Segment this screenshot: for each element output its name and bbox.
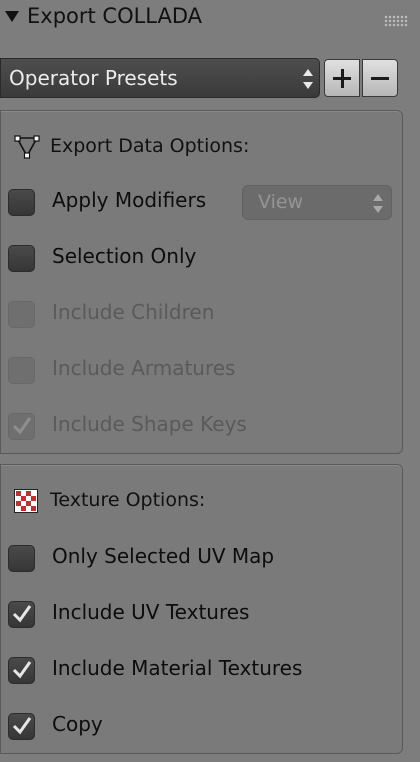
include-shape-keys-label: Include Shape Keys	[52, 412, 247, 436]
operator-presets-label: Operator Presets	[9, 66, 178, 90]
operator-presets-select[interactable]: Operator Presets	[0, 58, 320, 98]
only-selected-uv-map-label: Only Selected UV Map	[52, 544, 275, 568]
checkmark-icon	[12, 661, 32, 679]
include-uv-textures-checkbox[interactable]: Include UV Textures	[0, 598, 400, 630]
collapse-triangle-icon[interactable]	[5, 11, 19, 22]
include-armatures-checkbox[interactable]: Include Armatures	[0, 354, 400, 386]
include-children-label: Include Children	[52, 300, 215, 324]
include-material-textures-label: Include Material Textures	[52, 656, 303, 680]
add-preset-button[interactable]	[324, 59, 360, 97]
checkbox-unchecked-disabled[interactable]	[8, 301, 35, 328]
only-selected-uv-map-checkbox[interactable]: Only Selected UV Map	[0, 542, 400, 574]
checkbox-checked-disabled[interactable]	[8, 413, 35, 440]
export-data-options-box: Export Data Options:	[0, 110, 403, 454]
checkbox-checked[interactable]	[8, 713, 35, 740]
checkbox-unchecked[interactable]	[8, 189, 35, 216]
include-material-textures-checkbox[interactable]: Include Material Textures	[0, 654, 400, 686]
apply-modifiers-mode-select[interactable]: View	[242, 185, 392, 220]
checkmark-icon	[12, 717, 32, 735]
mesh-vertex-icon	[14, 135, 40, 159]
drag-grip-icon[interactable]	[384, 15, 408, 27]
checkbox-checked[interactable]	[8, 601, 35, 628]
copy-label: Copy	[52, 712, 103, 736]
checkmark-icon	[12, 417, 32, 435]
include-uv-textures-label: Include UV Textures	[52, 600, 250, 624]
checkbox-unchecked[interactable]	[8, 245, 35, 272]
checkmark-icon	[12, 605, 32, 623]
panel-title: Export COLLADA	[27, 4, 203, 28]
texture-options-title: Texture Options:	[50, 489, 206, 511]
operator-presets-row: Operator Presets	[0, 58, 420, 98]
checkbox-unchecked[interactable]	[8, 545, 35, 572]
checkbox-checked[interactable]	[8, 657, 35, 684]
panel-header[interactable]: Export COLLADA	[0, 0, 420, 40]
checker-texture-icon	[14, 489, 38, 513]
include-shape-keys-checkbox[interactable]: Include Shape Keys	[0, 410, 400, 442]
selection-only-label: Selection Only	[52, 244, 197, 268]
apply-modifiers-label: Apply Modifiers	[52, 188, 207, 212]
include-children-checkbox[interactable]: Include Children	[0, 298, 400, 330]
remove-preset-button[interactable]	[362, 59, 398, 97]
updown-arrows-icon	[303, 69, 313, 89]
selection-only-checkbox[interactable]: Selection Only	[0, 242, 400, 274]
copy-checkbox[interactable]: Copy	[0, 710, 400, 742]
apply-modifiers-mode-value: View	[258, 191, 304, 213]
export-data-options-title: Export Data Options:	[50, 135, 250, 157]
checkbox-unchecked-disabled[interactable]	[8, 357, 35, 384]
include-armatures-label: Include Armatures	[52, 356, 236, 380]
updown-arrows-icon	[373, 194, 383, 213]
